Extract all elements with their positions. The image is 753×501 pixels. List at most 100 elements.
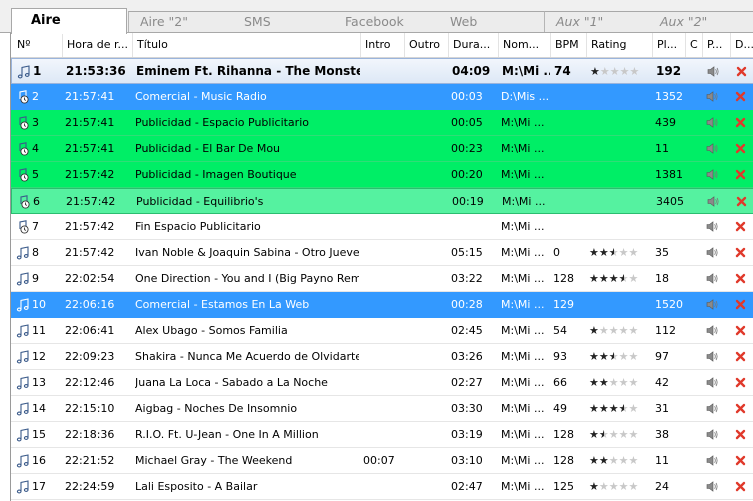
delete-x-icon[interactable]	[735, 429, 746, 440]
cell-dur: 04:09	[452, 64, 491, 78]
speaker-icon[interactable]	[706, 91, 718, 102]
playlist-row[interactable]: 8 21:57:42 Ivan Noble & Joaquin Sabina - O…	[11, 240, 753, 266]
playlist-row[interactable]: 6 21:57:42 Publicidad - Equilibrio's 00:19 M…	[11, 188, 753, 214]
rating-stars[interactable]: ★★★★★	[589, 240, 638, 265]
column-header-2[interactable]: Título	[133, 33, 361, 57]
delete-x-icon[interactable]	[735, 169, 746, 180]
playlist-row[interactable]: 11 22:06:41 Alex Ubago - Somos Familia 02:4…	[11, 318, 753, 344]
speaker-icon[interactable]	[706, 247, 718, 258]
speaker-icon[interactable]	[706, 403, 718, 414]
tab-aire[interactable]: Aire	[11, 8, 127, 34]
playlist-row[interactable]: 14 22:15:10 Aigbag - Noches De Insomnio 03:…	[11, 396, 753, 422]
playlist-row[interactable]: 7 21:57:42 Fin Espacio Publicitario M:\Mi .…	[11, 214, 753, 240]
cell-titulo: Lali Esposito - A Bailar	[135, 480, 258, 493]
column-header-3[interactable]: Intro	[361, 33, 405, 57]
delete-x-icon[interactable]	[735, 91, 746, 102]
column-header-9[interactable]: Pl...	[653, 33, 686, 57]
speaker-icon[interactable]	[706, 273, 718, 284]
delete-x-icon[interactable]	[735, 481, 746, 492]
playlist-row[interactable]: 9 22:02:54 One Direction - You and I (Big …	[11, 266, 753, 292]
speaker-icon[interactable]	[706, 299, 718, 310]
rating-stars[interactable]: ★★★★★	[589, 396, 638, 421]
column-header-0[interactable]: Nº	[11, 33, 63, 57]
playlist-row[interactable]: 4 21:57:41 Publicidad - El Bar De Mou 00:23…	[11, 136, 753, 162]
cell-nom: M:\Mi ...	[501, 168, 545, 181]
playlist-row[interactable]: 13 22:12:46 Juana La Loca - Sabado a La No…	[11, 370, 753, 396]
cell-nom: M:\Mi ...	[501, 272, 545, 285]
speaker-icon[interactable]	[707, 66, 719, 77]
tab-aire-2[interactable]: Aire "2"	[128, 11, 234, 32]
delete-x-icon[interactable]	[735, 247, 746, 258]
delete-x-icon[interactable]	[735, 377, 746, 388]
delete-x-icon[interactable]	[736, 196, 747, 207]
playlist-row[interactable]: 17 22:24:59 Lali Esposito - A Bailar 02:47 M…	[11, 474, 753, 500]
speaker-icon[interactable]	[706, 377, 718, 388]
speaker-icon[interactable]	[706, 143, 718, 154]
speaker-icon[interactable]	[706, 455, 718, 466]
speaker-icon[interactable]	[706, 481, 718, 492]
column-header-5[interactable]: Dura...	[449, 33, 499, 57]
cell-titulo: Publicidad - El Bar De Mou	[135, 142, 281, 155]
column-header-4[interactable]: Outro	[405, 33, 449, 57]
speaker-icon[interactable]	[706, 351, 718, 362]
music-note-icon	[16, 402, 30, 416]
column-header-1[interactable]: Hora de r...	[63, 33, 133, 57]
rating-stars[interactable]: ★★★★★	[589, 266, 638, 291]
speaker-icon[interactable]	[706, 169, 718, 180]
rating-stars[interactable]: ★★★★★	[589, 370, 638, 395]
speaker-icon[interactable]	[706, 221, 718, 232]
tab-facebook[interactable]: Facebook	[333, 11, 439, 32]
tab-aux-2[interactable]: Aux "2"	[648, 11, 753, 32]
delete-x-icon[interactable]	[735, 273, 746, 284]
rating-stars[interactable]: ★★★★★	[589, 422, 638, 447]
playlist-row[interactable]: 16 22:21:52 Michael Gray - The Weekend 00:0…	[11, 448, 753, 474]
playlist-row[interactable]: 5 21:57:42 Publicidad - Imagen Boutique 00:…	[11, 162, 753, 188]
music-note-icon	[16, 298, 30, 312]
playlist-row[interactable]: 3 21:57:41 Publicidad - Espacio Publicitar…	[11, 110, 753, 136]
row-number: 17	[32, 480, 46, 493]
cell-nom: M:\Mi ...	[501, 454, 545, 467]
row-number: 3	[32, 116, 39, 129]
speaker-icon[interactable]	[707, 196, 719, 207]
playlist-row[interactable]: 2 21:57:41 Comercial - Music Radio 00:03 D:\…	[11, 84, 753, 110]
delete-x-icon[interactable]	[736, 66, 747, 77]
delete-x-icon[interactable]	[735, 143, 746, 154]
cell-titulo: Alex Ubago - Somos Familia	[135, 324, 288, 337]
playlist-row[interactable]: 12 22:09:23 Shakira - Nunca Me Acuerdo de …	[11, 344, 753, 370]
playlist-row[interactable]: 1 21:53:36 Eminem Ft. Rihanna - The Monste…	[11, 58, 753, 84]
rating-stars[interactable]: ★★★★★	[589, 318, 638, 343]
column-header-11[interactable]: P...	[703, 33, 731, 57]
column-header-10[interactable]: C	[686, 33, 703, 57]
music-note-icon	[17, 65, 31, 79]
playlist-row[interactable]: 15 22:18:36 R.I.O. Ft. U-Jean - One In A M…	[11, 422, 753, 448]
rating-stars[interactable]: ★★★★★	[589, 344, 638, 369]
row-number: 16	[32, 454, 46, 467]
speaker-icon[interactable]	[706, 429, 718, 440]
column-header-12[interactable]: D...	[731, 33, 753, 57]
cell-bpm	[554, 189, 586, 214]
speaker-icon[interactable]	[706, 117, 718, 128]
column-header-7[interactable]: BPM	[551, 33, 587, 57]
cell-dur: 03:30	[451, 402, 483, 415]
row-number: 9	[32, 272, 39, 285]
delete-x-icon[interactable]	[735, 299, 746, 310]
delete-x-icon[interactable]	[735, 403, 746, 414]
tab-sms[interactable]: SMS	[232, 11, 338, 32]
delete-x-icon[interactable]	[735, 221, 746, 232]
column-header-6[interactable]: Nom...	[499, 33, 551, 57]
cell-nom: M:\Mi ...	[501, 220, 545, 233]
speaker-icon[interactable]	[706, 325, 718, 336]
delete-x-icon[interactable]	[735, 455, 746, 466]
delete-x-icon[interactable]	[735, 351, 746, 362]
delete-x-icon[interactable]	[735, 325, 746, 336]
playlist-row[interactable]: 10 22:06:16 Comercial - Estamos En La Web 0…	[11, 292, 753, 318]
rating-stars[interactable]: ★★★★★	[590, 59, 639, 84]
column-header-8[interactable]: Rating	[587, 33, 653, 57]
tab-aux-1[interactable]: Aux "1"	[544, 11, 650, 32]
rating-stars[interactable]: ★★★★★	[589, 474, 638, 499]
tab-web[interactable]: Web	[438, 11, 544, 32]
delete-x-icon[interactable]	[735, 117, 746, 128]
cell-hora: 21:57:41	[65, 90, 115, 103]
rating-stars[interactable]: ★★★★★	[589, 448, 638, 473]
cell-intro	[363, 396, 403, 421]
